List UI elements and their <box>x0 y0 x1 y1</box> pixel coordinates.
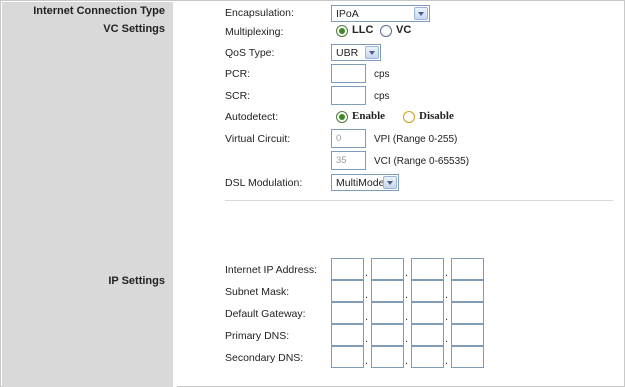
ip-octet-input[interactable] <box>451 324 484 346</box>
chevron-down-icon <box>414 7 428 20</box>
pcr-label: PCR: <box>225 68 251 80</box>
ip-octet-input[interactable] <box>331 346 364 368</box>
ip-separator-dot: . <box>405 311 409 323</box>
ip-field-label: Default Gateway: <box>225 308 306 320</box>
settings-form: Encapsulation: IPoA Multiplexing: LLC VC… <box>177 2 623 385</box>
autodetect-disable-label: Disable <box>419 110 454 122</box>
encapsulation-select[interactable]: IPoA <box>331 5 430 22</box>
qos-type-select[interactable]: UBR <box>331 44 381 61</box>
section-divider <box>225 200 613 201</box>
scr-input[interactable] <box>331 86 366 105</box>
ip-octet-input[interactable] <box>411 258 444 280</box>
dsl-modulation-label: DSL Modulation: <box>225 177 303 189</box>
ip-separator-dot: . <box>445 333 449 345</box>
ip-separator-dot: . <box>365 267 369 279</box>
ip-field-label: Secondary DNS: <box>225 352 304 364</box>
ip-field-label: Subnet Mask: <box>225 286 290 298</box>
autodetect-enable-radio[interactable] <box>336 111 348 123</box>
ip-octet-input[interactable] <box>451 302 484 324</box>
ip-octet-input[interactable] <box>331 324 364 346</box>
ip-octet-input[interactable] <box>331 258 364 280</box>
encapsulation-label: Encapsulation: <box>225 7 294 19</box>
vpi-range-hint: VPI (Range 0-255) <box>374 134 458 145</box>
ip-octet-input[interactable] <box>371 280 404 302</box>
ip-separator-dot: . <box>405 355 409 367</box>
ip-separator-dot: . <box>405 289 409 301</box>
ip-separator-dot: . <box>365 355 369 367</box>
multiplexing-label: Multiplexing: <box>225 26 284 38</box>
qos-type-label: QoS Type: <box>225 47 275 59</box>
ip-separator-dot: . <box>405 333 409 345</box>
scr-unit: cps <box>374 91 390 102</box>
multiplexing-vc-label: VC <box>396 24 412 36</box>
settings-panel: Internet Connection Type VC Settings IP … <box>0 0 625 387</box>
encapsulation-value: IPoA <box>336 8 359 20</box>
ip-octet-input[interactable] <box>411 346 444 368</box>
ip-separator-dot: . <box>445 355 449 367</box>
ip-separator-dot: . <box>365 311 369 323</box>
autodetect-label: Autodetect: <box>225 111 279 123</box>
ip-octet-input[interactable] <box>451 258 484 280</box>
ip-separator-dot: . <box>365 333 369 345</box>
qos-type-value: UBR <box>336 47 359 59</box>
section-label-vc-settings: VC Settings <box>103 23 165 35</box>
vpi-input[interactable]: 0 <box>331 129 366 148</box>
dsl-modulation-value: MultiMode <box>336 177 385 189</box>
ip-separator-dot: . <box>445 289 449 301</box>
ip-octet-input[interactable] <box>371 258 404 280</box>
scr-label: SCR: <box>225 90 251 102</box>
chevron-down-icon <box>365 46 379 59</box>
pcr-input[interactable] <box>331 64 366 83</box>
ip-octet-input[interactable] <box>411 302 444 324</box>
ip-octet-input[interactable] <box>451 280 484 302</box>
vci-range-hint: VCI (Range 0-65535) <box>374 156 470 167</box>
multiplexing-llc-radio[interactable] <box>336 25 348 37</box>
chevron-down-icon <box>383 176 397 189</box>
ip-octet-input[interactable] <box>411 324 444 346</box>
autodetect-enable-label: Enable <box>352 110 386 122</box>
ip-field-label: Primary DNS: <box>225 330 290 342</box>
multiplexing-vc-radio[interactable] <box>380 25 392 37</box>
ip-octet-input[interactable] <box>411 280 444 302</box>
ip-octet-input[interactable] <box>451 346 484 368</box>
autodetect-disable-radio[interactable] <box>403 111 415 123</box>
multiplexing-llc-label: LLC <box>352 24 374 36</box>
sidebar: Internet Connection Type VC Settings IP … <box>2 2 173 387</box>
ip-octet-input[interactable] <box>331 280 364 302</box>
ip-separator-dot: . <box>365 289 369 301</box>
ip-octet-input[interactable] <box>371 302 404 324</box>
ip-separator-dot: . <box>405 267 409 279</box>
section-label-ip-settings: IP Settings <box>108 275 165 287</box>
pcr-unit: cps <box>374 69 390 80</box>
section-label-internet-connection-type: Internet Connection Type <box>33 5 165 17</box>
virtual-circuit-label: Virtual Circuit: <box>225 133 291 145</box>
dsl-modulation-select[interactable]: MultiMode <box>331 174 399 191</box>
ip-octet-input[interactable] <box>371 346 404 368</box>
ip-separator-dot: . <box>445 267 449 279</box>
vci-input[interactable]: 35 <box>331 151 366 170</box>
ip-field-label: Internet IP Address: <box>225 264 318 276</box>
ip-octet-input[interactable] <box>331 302 364 324</box>
ip-separator-dot: . <box>445 311 449 323</box>
ip-octet-input[interactable] <box>371 324 404 346</box>
